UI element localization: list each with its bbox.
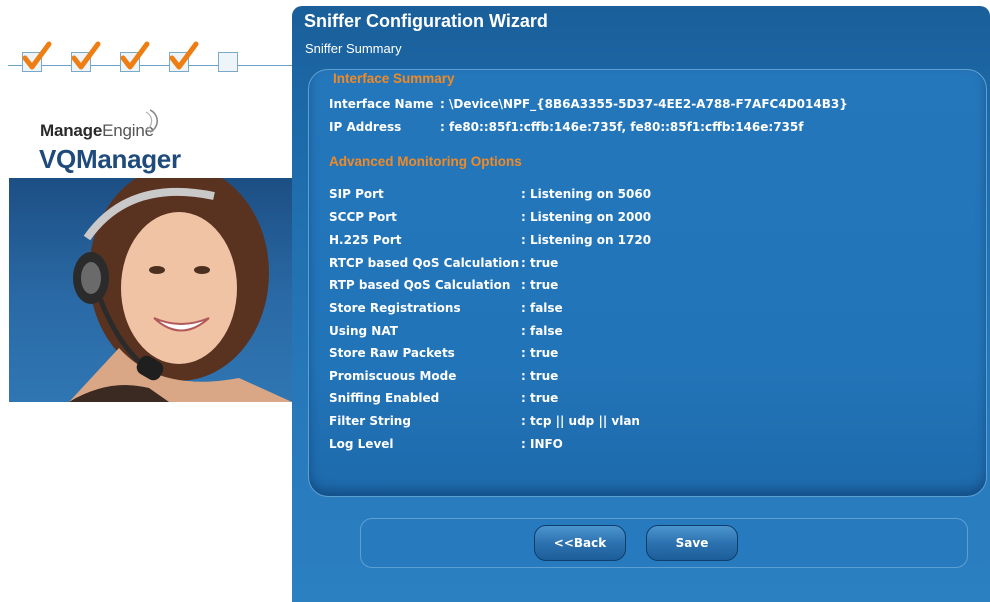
row-value: : Listening on 1720	[521, 233, 652, 247]
option-row-h225-port: H.225 Port : Listening on 1720	[329, 233, 651, 247]
row-value: : false	[521, 301, 563, 315]
row-value: : true	[521, 256, 559, 270]
option-row-store-raw-packets: Store Raw Packets : true	[329, 346, 558, 360]
row-value: : true	[521, 391, 559, 405]
step-1-box	[22, 41, 52, 72]
row-value: : Listening on 2000	[521, 210, 652, 224]
checkmark-icon	[22, 41, 52, 70]
row-label: SIP Port	[329, 187, 384, 201]
product-name: VQManager	[39, 144, 181, 174]
checkmark-icon	[71, 41, 101, 70]
wizard-subtitle: Sniffer Summary	[305, 41, 402, 56]
checkmark-icon	[120, 41, 150, 70]
step-5-box-current	[218, 52, 238, 72]
row-value: : fe80::85f1:cffb:146e:735f, fe80::85f1:…	[440, 120, 804, 134]
row-value: : false	[521, 324, 563, 338]
option-row-promiscuous-mode: Promiscuous Mode : true	[329, 369, 558, 383]
summary-row-interface-name: Interface Name : \Device\NPF_{8B6A3355-5…	[329, 97, 848, 111]
row-value: : INFO	[521, 437, 563, 451]
option-row-using-nat: Using NAT : false	[329, 324, 563, 338]
option-row-rtcp-qos: RTCP based QoS Calculation : true	[329, 256, 558, 270]
save-button[interactable]: Save	[646, 525, 738, 561]
button-bar: <<Back Save	[360, 518, 968, 568]
option-row-sniffing-enabled: Sniffing Enabled : true	[329, 391, 558, 405]
option-row-rtp-qos: RTP based QoS Calculation : true	[329, 278, 558, 292]
checkmark-icon	[169, 41, 199, 70]
option-row-sip-port: SIP Port : Listening on 5060	[329, 187, 651, 201]
step-2-box	[71, 41, 101, 72]
step-3-box	[120, 41, 150, 72]
row-value: : Listening on 5060	[521, 187, 652, 201]
summary-box: Interface Summary Interface Name : \Devi…	[308, 69, 987, 497]
row-label: Store Registrations	[329, 301, 461, 315]
row-label: Using NAT	[329, 324, 398, 338]
step-4-box	[169, 41, 199, 72]
wizard-step-indicator	[0, 41, 292, 80]
row-value: : true	[521, 278, 559, 292]
row-label: SCCP Port	[329, 210, 397, 224]
row-label: Sniffing Enabled	[329, 391, 440, 405]
wizard-panel: Sniffer Configuration Wizard Sniffer Sum…	[292, 6, 990, 602]
wizard-title: Sniffer Configuration Wizard	[304, 11, 548, 31]
support-agent-photo	[9, 178, 292, 402]
row-label: RTCP based QoS Calculation	[329, 256, 520, 270]
row-label: Interface Name	[329, 97, 434, 111]
row-value: : true	[521, 346, 559, 360]
interface-summary-heading: Interface Summary	[333, 71, 455, 86]
row-value: : tcp || udp || vlan	[521, 414, 640, 428]
advanced-options-heading: Advanced Monitoring Options	[329, 154, 522, 169]
option-row-log-level: Log Level : INFO	[329, 437, 563, 451]
row-label: Log Level	[329, 437, 394, 451]
row-label: Store Raw Packets	[329, 346, 455, 360]
back-button[interactable]: <<Back	[534, 525, 626, 561]
row-label: Filter String	[329, 414, 411, 428]
option-row-filter-string: Filter String : tcp || udp || vlan	[329, 414, 640, 428]
row-label: IP Address	[329, 120, 402, 134]
row-value: : \Device\NPF_{8B6A3355-5D37-4EE2-A788-F…	[440, 97, 848, 111]
row-label: Promiscuous Mode	[329, 369, 457, 383]
row-value: : true	[521, 369, 559, 383]
option-row-store-registrations: Store Registrations : false	[329, 301, 563, 315]
option-row-sccp-port: SCCP Port : Listening on 2000	[329, 210, 651, 224]
row-label: H.225 Port	[329, 233, 402, 247]
logo-arc-icon	[145, 109, 158, 133]
row-label: RTP based QoS Calculation	[329, 278, 511, 292]
summary-row-ip-address: IP Address : fe80::85f1:cffb:146e:735f, …	[329, 120, 803, 134]
